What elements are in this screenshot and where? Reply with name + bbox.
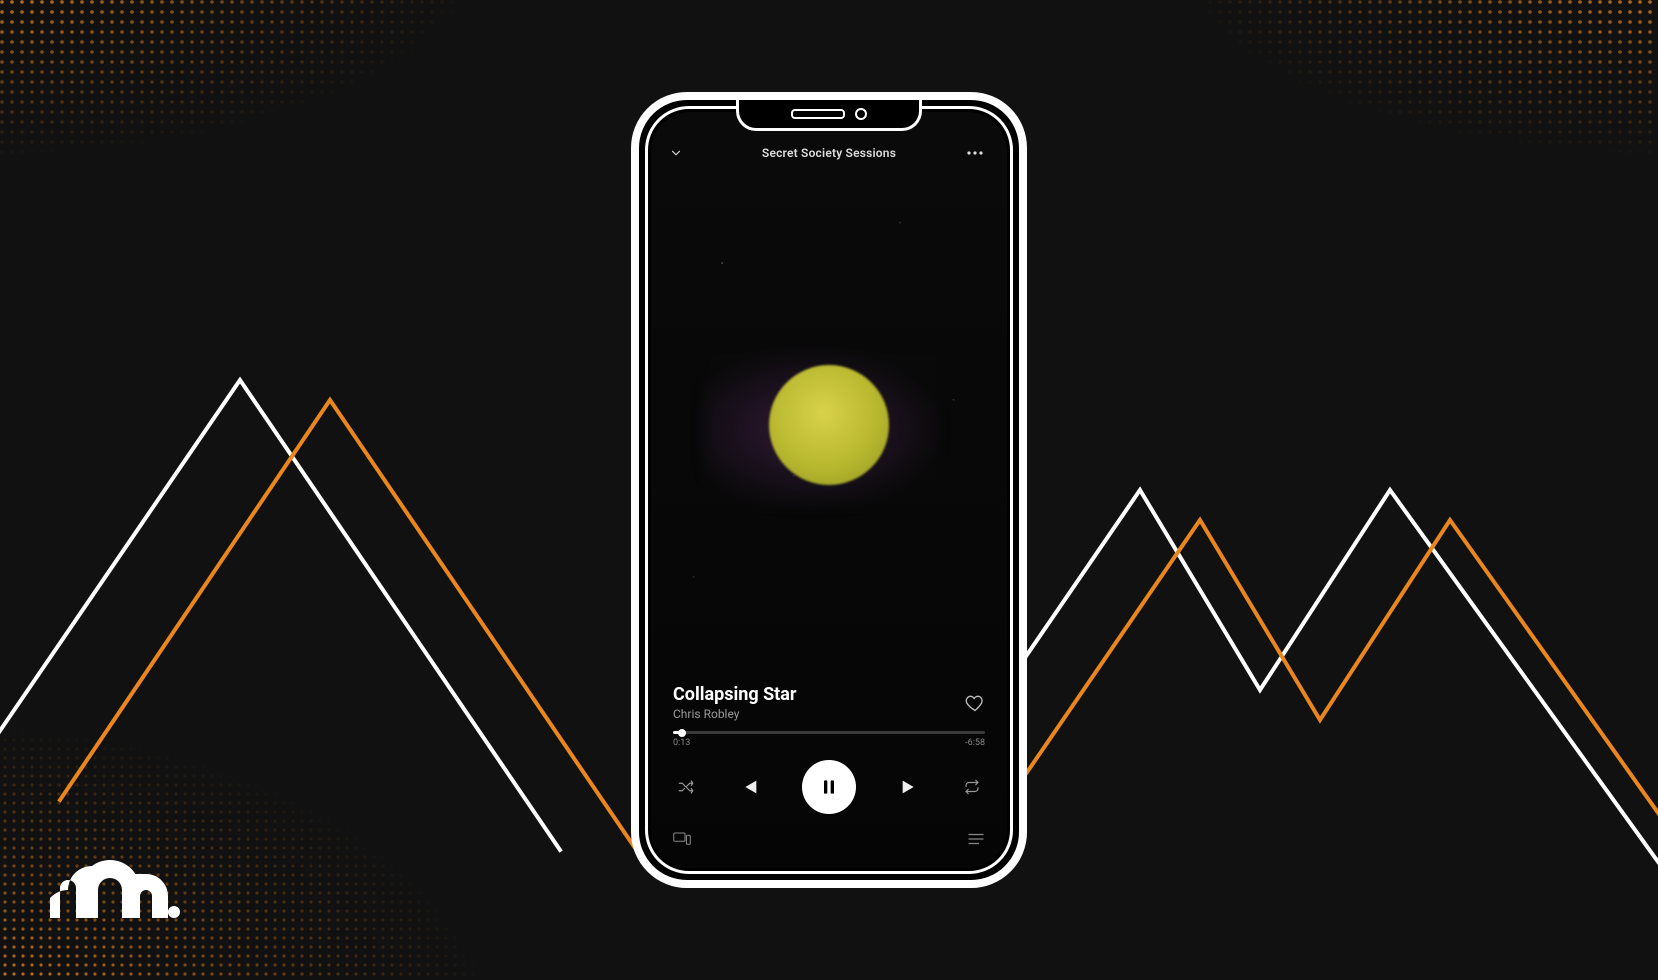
- progress-bar[interactable]: 0:13 -6:58: [651, 721, 1007, 748]
- phone-mockup: Secret Society Sessions Collapsing Star …: [631, 92, 1027, 888]
- track-title: Collapsing Star: [673, 684, 796, 705]
- halftone-top-left: [0, 0, 480, 160]
- queue-icon[interactable]: [967, 832, 985, 846]
- player-footer: [651, 814, 1007, 868]
- previous-icon[interactable]: [738, 776, 760, 798]
- time-elapsed: 0:13: [673, 738, 690, 748]
- more-icon[interactable]: [967, 151, 989, 155]
- shuffle-icon[interactable]: [677, 778, 695, 796]
- time-remaining: -6:58: [965, 738, 985, 748]
- pause-button[interactable]: [802, 760, 856, 814]
- album-art: [651, 172, 1007, 678]
- context-title: Secret Society Sessions: [762, 146, 896, 160]
- phone-notch: [736, 100, 922, 131]
- repeat-icon[interactable]: [963, 778, 981, 796]
- music-player-screen: Secret Society Sessions Collapsing Star …: [651, 112, 1007, 868]
- playback-controls: [651, 748, 1007, 814]
- next-icon[interactable]: [899, 776, 921, 798]
- track-artist: Chris Robley: [673, 707, 796, 721]
- brand-logo: [50, 850, 190, 940]
- heart-icon[interactable]: [965, 693, 985, 713]
- devices-icon[interactable]: [673, 832, 691, 846]
- track-info: Collapsing Star Chris Robley: [651, 678, 1007, 721]
- chevron-down-icon[interactable]: [669, 146, 691, 160]
- halftone-top-right: [1178, 0, 1658, 160]
